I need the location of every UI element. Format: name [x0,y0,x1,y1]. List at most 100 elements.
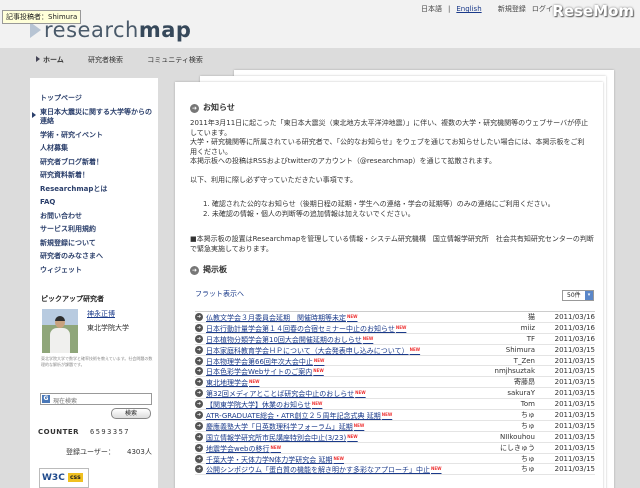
post-title-link[interactable]: 東北地理学会NEW [206,377,260,388]
post-arrow-icon: ➜ [195,454,203,463]
post-title-link[interactable]: 日本行動計量学会第１４回春の合宿セミナー中止のお知らせNEW [206,323,406,334]
post-arrow-icon: ➜ [195,356,203,365]
notice-rule-1: 1. 確認された公的なお知らせ（後期日程の延期・学生への連絡・学会の延期等）のみ… [203,200,555,208]
notice-paragraph-2: 大学・研究機関等に所属されている研究者で、「公的なお知らせ」をウェブを通じてお知… [190,138,585,156]
post-date: 2011/03/15 [554,421,595,430]
chevron-down-icon: ▾ [585,291,593,300]
post-title-link[interactable]: 日本物理学会第66回年次大会中止NEW [206,356,324,367]
list-item[interactable]: ➜ 国立情報学研究所市民講座特別会中止(3/23)NEW NIIkouhou 2011… [195,432,595,443]
logo-text-bold: map [138,18,192,42]
list-item[interactable]: ➜ 仏教文学会３月委員会延期 関催時期等未定NEW 猫 2011/03/16 [195,312,595,323]
post-date: 2011/03/16 [554,334,595,343]
post-author[interactable]: sakuraY [507,388,535,398]
new-badge: NEW [409,346,421,352]
post-author[interactable]: TF [527,334,535,344]
sidebar-item-jobs[interactable]: 人材募集 [40,142,158,156]
post-title-link[interactable]: 千葉大学・天体力学N体力学研究会 延期NEW [206,454,344,465]
nav-researcher-search[interactable]: 研究者検索 [88,56,123,64]
sidebar-item-registration[interactable]: 新規登録について [40,237,158,251]
nav-home[interactable]: ホーム [36,56,64,64]
post-date: 2011/03/15 [554,443,595,452]
post-author[interactable]: ちゅ [521,410,535,420]
post-title-link[interactable]: 国立情報学研究所市民講座特別会中止(3/23)NEW [206,432,358,443]
main-content: ➜ お知らせ 2011年3月11日に起こった「東日本大震災（東北地方太平洋沖地震）… [175,82,603,488]
post-author[interactable]: 猫 [528,312,535,322]
list-item[interactable]: ➜ 日本植物分類学会第10回大会開催延期のおしらせNEW TF 2011/03/16 [195,334,595,345]
post-title-link[interactable]: 日本植物分類学会第10回大会開催延期のおしらせNEW [206,334,373,345]
post-author[interactable]: ちゅ [521,454,535,464]
pickup-affiliation: 東北学院大学 [87,324,129,332]
post-title-link[interactable]: 日本色彩学会Webサイトのご案内NEW [206,366,324,377]
list-item[interactable]: ➜ ATR-GRADUATE総会・ATR創立２５周年記念式典 延期NEW ちゅ 201… [195,410,595,421]
post-title-link[interactable]: 公開シンポジウム「蛋白質の機能を解き明かす多彩なアプローチ」中止NEW [206,464,442,475]
sidebar-item-researchers[interactable]: 研究者のみなさまへ [40,250,158,264]
sidebar-item-widget[interactable]: ウィジェット [40,264,158,278]
post-title-link[interactable]: 仏教文学会３月委員会延期 関催時期等未定NEW [206,312,358,323]
list-item[interactable]: ➜ 千葉大学・天体力学N体力学研究会 延期NEW ちゅ 2011/03/15 [195,454,595,465]
sidebar-item-events[interactable]: 学術・研究イベント [40,129,158,143]
sidebar-item-top[interactable]: トップページ [40,92,158,106]
counter-value: 6593357 [90,428,131,436]
post-author[interactable]: nmjhsuztak [495,366,535,376]
post-arrow-icon: ➜ [195,443,203,452]
notice-rules: 1. 確認された公的なお知らせ（後期日程の延期・学生への連絡・学会の延期等）のみ… [203,200,555,219]
post-author[interactable]: Shimura [506,345,535,355]
sidebar-item-about[interactable]: Researchmapとは [40,183,158,197]
flat-view-link[interactable]: フラット表示へ [195,289,244,299]
avatar[interactable] [42,309,78,353]
sidebar-item-faq[interactable]: FAQ [40,196,158,210]
list-item[interactable]: ➜ 公開シンポジウム「蛋白質の機能を解き明かす多彩なアプローチ」中止NEW ちゅ 20… [195,464,595,476]
w3c-badge[interactable]: W3C css [39,468,89,488]
post-title-link[interactable]: ATR-GRADUATE総会・ATR創立２５周年記念式典 延期NEW [206,410,392,421]
lang-japanese-link[interactable]: 日本語 [421,5,442,13]
list-item[interactable]: ➜ 【関東学院大学】休業のお知らせNEW Tom 2011/03/15 [195,399,595,411]
post-author[interactable]: NIIkouhou [500,432,535,442]
list-item[interactable]: ➜ 日本物理学会第66回年次大会中止NEW T_Zen 2011/03/15 [195,356,595,367]
board-list: ➜ 仏教文学会３月委員会延期 関催時期等未定NEW 猫 2011/03/16 ➜ 日本行動… [195,311,595,476]
per-page-select[interactable]: 50件 ▾ [562,290,594,301]
post-title: 日本物理学会第66回年次大会中止 [206,357,313,366]
list-item[interactable]: ➜ 地震学会webの移行NEW にしきゅう 2011/03/15 [195,443,595,454]
sidebar-item-earthquake[interactable]: 東日本大震災に関する大学等からの連絡 [32,108,158,126]
list-item[interactable]: ➜ 日本色彩学会Webサイトのご案内NEW nmjhsuztak 2011/03/15 [195,366,595,378]
post-arrow-icon: ➜ [195,389,203,398]
list-item[interactable]: ➜ 慶應義塾大学「日英数理科学フォーラム」延期NEW ちゅ 2011/03/15 [195,421,595,432]
pickup-description: 東北学院大学で数学と確率技術を教えています。社会問題の数理的な解析が課題です。 [41,356,153,367]
sidebar-item-blogs[interactable]: 研究者ブログ新着！ [40,156,158,170]
notice-rule-2: 2. 未確認の情報・個人の判断等の追加情報は加えないでください。 [203,209,415,218]
lang-separator: | [448,5,451,13]
post-title-link[interactable]: 地震学会webの移行NEW [206,443,281,454]
post-author[interactable]: T_Zen [514,356,535,366]
search-input[interactable]: G 現在検索 [40,393,152,405]
new-badge: NEW [355,390,366,396]
post-title-link[interactable]: 日本家庭科教育学会ＨＰについて（大会発表申し込みについて）NEW [206,345,420,356]
list-item[interactable]: ➜ 日本行動計量学会第１４回春の合宿セミナー中止のお知らせNEW miiz 2011/… [195,323,595,334]
list-item[interactable]: ➜ 東北地理学会NEW 寄藤昂 2011/03/15 [195,377,595,389]
post-author[interactable]: ちゅ [521,421,535,431]
list-item[interactable]: ➜ 日本家庭科教育学会ＨＰについて（大会発表申し込みについて）NEW Shimura… [195,345,595,356]
post-author[interactable]: にしきゅう [500,443,535,453]
signup-link[interactable]: 新規登録 [498,5,526,13]
search-button[interactable]: 検索 [111,408,151,419]
post-author[interactable]: ちゅ [521,464,535,474]
lang-english-link[interactable]: English [456,5,481,13]
post-title: 慶應義塾大学「日英数理科学フォーラム」延期 [206,422,353,431]
post-author[interactable]: Tom [521,399,535,409]
post-title-link[interactable]: 慶應義塾大学「日英数理科学フォーラム」延期NEW [206,421,364,432]
sidebar-item-materials[interactable]: 研究資料新着！ [40,169,158,183]
board-arrow-icon: ➜ [190,266,199,275]
post-title: 地震学会webの移行 [206,444,270,453]
new-badge: NEW [333,455,344,461]
post-arrow-icon: ➜ [195,334,203,343]
sidebar-item-contact[interactable]: お問い合わせ [40,210,158,224]
post-author[interactable]: 寄藤昂 [514,377,535,387]
post-title-link[interactable]: 【関東学院大学】休業のお知らせNEW [206,399,322,410]
post-date: 2011/03/15 [554,411,595,420]
list-item[interactable]: ➜ 第32回メディアとことば研究会中止のおしらせNEW sakuraY 2011/03… [195,388,595,400]
nav-community-search[interactable]: コミュニティ検索 [147,56,203,64]
post-author[interactable]: miiz [521,323,535,333]
pickup-researcher-link[interactable]: 神永正博 [87,309,115,319]
post-date: 2011/03/15 [554,400,595,409]
post-title-link[interactable]: 第32回メディアとことば研究会中止のおしらせNEW [206,388,366,399]
sidebar-item-terms[interactable]: サービス利用規約 [40,223,158,237]
